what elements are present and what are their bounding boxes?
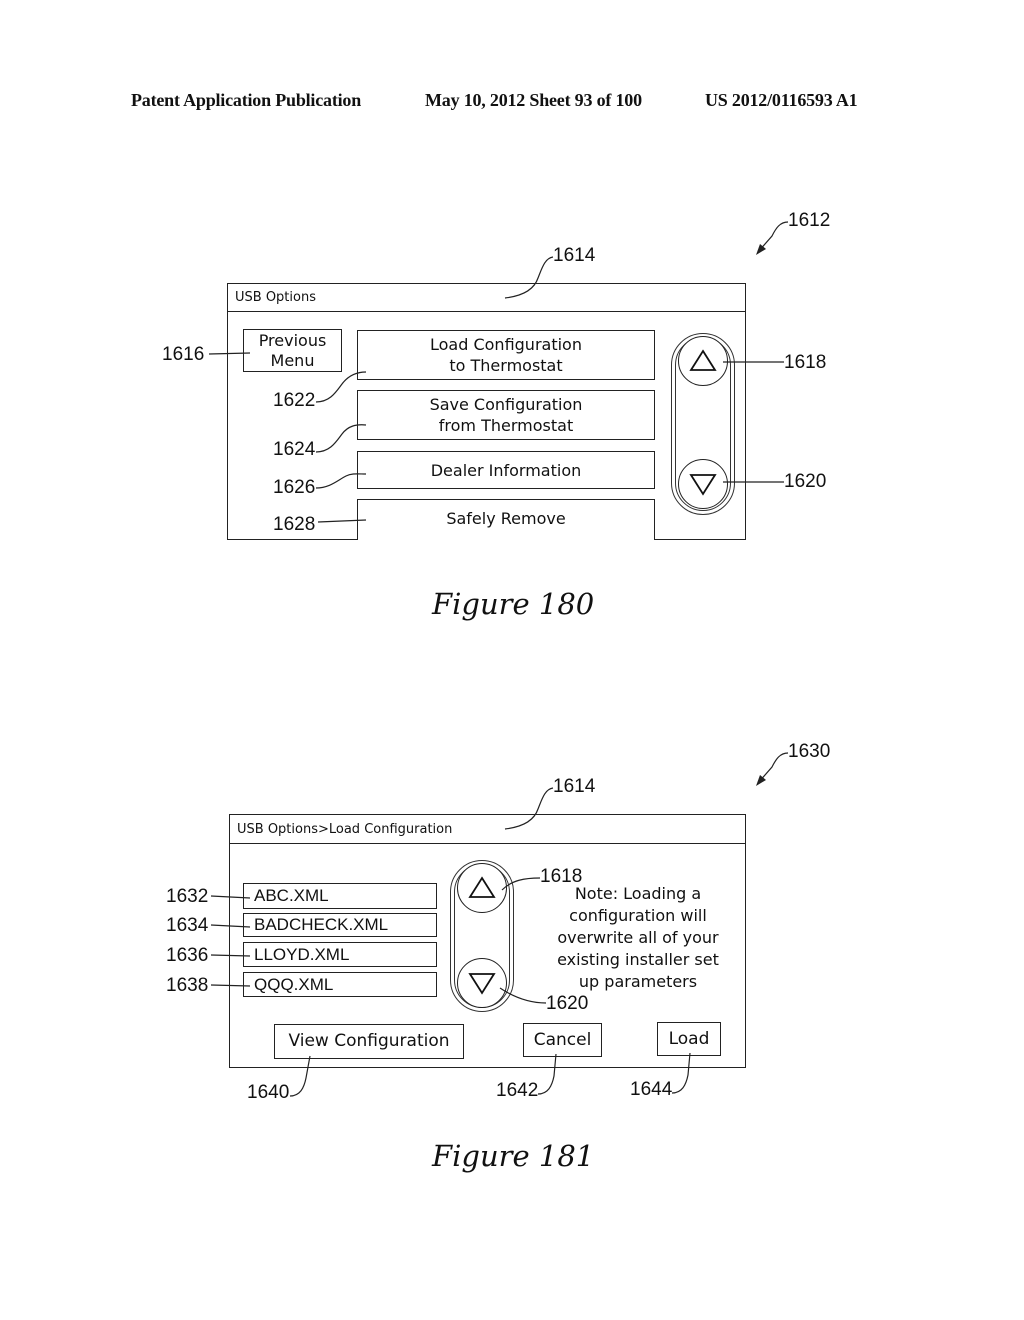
file-name: ABC.XML bbox=[254, 886, 329, 905]
ref-1638: 1638 bbox=[166, 975, 209, 996]
previous-menu-line2: Menu bbox=[270, 350, 315, 370]
ref-1616: 1616 bbox=[162, 344, 205, 365]
ref-1640: 1640 bbox=[247, 1082, 290, 1103]
ref-1622: 1622 bbox=[273, 390, 316, 411]
leader-lines bbox=[208, 221, 789, 1097]
ref-1642: 1642 bbox=[496, 1080, 539, 1101]
ref-1636: 1636 bbox=[166, 945, 209, 966]
previous-menu-button[interactable]: Previous Menu bbox=[243, 329, 342, 372]
file-name: QQQ.XML bbox=[254, 974, 334, 994]
title-bar-2: USB Options>Load Configuration bbox=[230, 815, 745, 844]
scroll-up-button-2[interactable] bbox=[457, 863, 507, 913]
note-line: up parameters bbox=[578, 972, 698, 991]
file-item-badcheck[interactable]: BADCHECK.XML bbox=[243, 913, 437, 937]
scroll-down-button-2[interactable] bbox=[457, 958, 507, 1008]
note-line: Note: Loading a bbox=[574, 884, 702, 903]
dealer-information-button[interactable]: Dealer Information bbox=[357, 451, 655, 489]
figure-181-caption: Figure 181 bbox=[432, 1139, 595, 1173]
arrowhead-1630 bbox=[756, 775, 766, 786]
ref-1614: 1614 bbox=[553, 245, 596, 266]
cancel-button[interactable]: Cancel bbox=[523, 1023, 602, 1057]
arrowhead-1612 bbox=[756, 244, 766, 255]
figure-180-caption: Figure 180 bbox=[432, 587, 595, 621]
scroll-up-button[interactable] bbox=[678, 336, 728, 386]
load-configuration-line1: Load Configuration bbox=[430, 335, 582, 354]
ref-1620: 1620 bbox=[784, 471, 827, 492]
leader-1630 bbox=[757, 752, 789, 784]
screen-title-2: USB Options>Load Configuration bbox=[237, 821, 453, 837]
ref-1626: 1626 bbox=[273, 477, 316, 498]
ref-1632: 1632 bbox=[166, 886, 209, 907]
load-label: Load bbox=[668, 1028, 710, 1049]
scroll-down-button[interactable] bbox=[678, 459, 728, 509]
ref-1612: 1612 bbox=[788, 210, 831, 231]
title-bar: USB Options bbox=[228, 284, 745, 312]
previous-menu-line1: Previous bbox=[258, 330, 327, 350]
view-configuration-button[interactable]: View Configuration bbox=[274, 1024, 464, 1059]
ref-1634: 1634 bbox=[166, 915, 209, 936]
load-configuration-line2: to Thermostat bbox=[449, 356, 563, 375]
triangle-up-icon bbox=[468, 876, 496, 898]
triangle-down-icon bbox=[468, 973, 496, 995]
file-item-qqq[interactable]: QQQ.XML bbox=[243, 972, 437, 997]
file-name: BADCHECK.XML bbox=[254, 915, 389, 934]
leader-1612 bbox=[757, 221, 789, 253]
ref-1618: 1618 bbox=[784, 352, 827, 373]
file-item-abc[interactable]: ABC.XML bbox=[243, 883, 437, 909]
ref-1628: 1628 bbox=[273, 514, 316, 535]
safely-remove-button[interactable]: Safely Remove bbox=[357, 499, 655, 540]
load-warning-note: Note: Loading a configuration will overw… bbox=[538, 883, 738, 993]
save-configuration-button[interactable]: Save Configuration from Thermostat bbox=[357, 390, 655, 440]
load-configuration-button[interactable]: Load Configuration to Thermostat bbox=[357, 330, 655, 380]
dealer-information-label: Dealer Information bbox=[430, 461, 582, 480]
note-line: overwrite all of your bbox=[557, 928, 719, 947]
ref-1620-b: 1620 bbox=[546, 993, 589, 1014]
file-item-lloyd[interactable]: LLOYD.XML bbox=[243, 942, 437, 967]
ref-1630: 1630 bbox=[788, 741, 831, 762]
file-name: LLOYD.XML bbox=[254, 944, 350, 964]
ref-1614-b: 1614 bbox=[553, 776, 596, 797]
load-button[interactable]: Load bbox=[657, 1022, 721, 1056]
save-configuration-line2: from Thermostat bbox=[438, 416, 574, 435]
patent-number: US 2012/0116593 A1 bbox=[705, 90, 858, 110]
view-configuration-label: View Configuration bbox=[288, 1031, 450, 1051]
cancel-label: Cancel bbox=[533, 1029, 592, 1050]
save-configuration-line1: Save Configuration bbox=[429, 395, 583, 414]
screen-title: USB Options bbox=[235, 290, 316, 305]
ref-1644: 1644 bbox=[630, 1079, 673, 1100]
note-line: configuration will bbox=[569, 906, 707, 925]
note-line: existing installer set bbox=[557, 950, 719, 969]
publication-label: Patent Application Publication bbox=[131, 90, 362, 110]
date-sheet-label: May 10, 2012 Sheet 93 of 100 bbox=[425, 90, 642, 110]
triangle-up-icon bbox=[689, 349, 717, 371]
safely-remove-label: Safely Remove bbox=[446, 509, 566, 528]
triangle-down-icon bbox=[689, 474, 717, 496]
ref-1624: 1624 bbox=[273, 439, 316, 460]
